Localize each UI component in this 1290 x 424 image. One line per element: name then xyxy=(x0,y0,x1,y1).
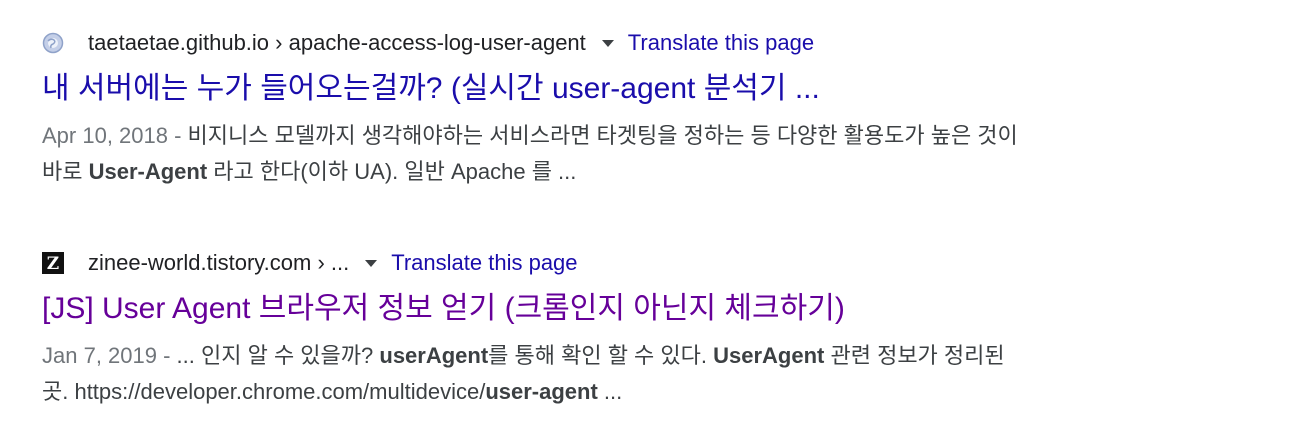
result-url[interactable]: zinee-world.tistory.com › ... xyxy=(88,250,349,276)
snippet-text: 를 통해 확인 할 수 있다. xyxy=(488,343,714,368)
breadcrumb-separator: › xyxy=(311,250,331,275)
snippet-text: ... xyxy=(597,379,623,404)
snippet-text: 바로 xyxy=(42,159,89,184)
snippet-text: 라고 한다(이하 UA). 일반 Apache 를 ... xyxy=(207,159,577,184)
breadcrumb-separator: › xyxy=(269,30,289,55)
caret-down-icon[interactable] xyxy=(365,259,378,267)
snippet-highlight: UserAgent xyxy=(713,343,825,368)
caret-down-icon[interactable] xyxy=(601,39,614,47)
result-site: taetaetae.github.io xyxy=(88,30,270,55)
snippet-text: 비지니스 모델까지 생각해야하는 서비스라면 타겟팅을 정하는 등 다양한 활용… xyxy=(187,123,1018,148)
favicon-letter: Z xyxy=(47,254,59,274)
z-logo-icon: Z xyxy=(42,252,64,274)
result-path: ... xyxy=(330,250,350,275)
search-result: Z zinee-world.tistory.com › ... Translat… xyxy=(42,248,1202,410)
result-title-link[interactable]: 내 서버에는 누가 들어오는걸까? (실시간 user-agent 분석기 ..… xyxy=(42,70,1202,108)
result-snippet: Apr 10, 2018 - 비지니스 모델까지 생각해야하는 서비스라면 타겟… xyxy=(42,118,1202,190)
snippet-text: 관련 정보가 정리된 xyxy=(824,343,1005,368)
result-site: zinee-world.tistory.com xyxy=(88,250,312,275)
search-result: taetaetae.github.io › apache-access-log-… xyxy=(42,28,1202,190)
translate-link[interactable]: Translate this page xyxy=(628,30,814,56)
result-date: Jan 7, 2019 - xyxy=(42,343,177,368)
snippet-highlight: userAgent xyxy=(379,343,489,368)
result-cite-row: Z zinee-world.tistory.com › ... Translat… xyxy=(42,248,1202,278)
result-snippet: Jan 7, 2019 - ... 인지 알 수 있을까? userAgent를… xyxy=(42,338,1202,410)
snippet-highlight: user-agent xyxy=(485,379,598,404)
globe-icon xyxy=(42,32,64,54)
result-path: apache-access-log-user-agent xyxy=(288,30,586,55)
result-cite-row: taetaetae.github.io › apache-access-log-… xyxy=(42,28,1202,58)
snippet-highlight: User-Agent xyxy=(88,159,208,184)
snippet-text: ... 인지 알 수 있을까? xyxy=(176,343,380,368)
result-title-link[interactable]: [JS] User Agent 브라우저 정보 얻기 (크롬인지 아닌지 체크하… xyxy=(42,290,1202,328)
result-date: Apr 10, 2018 - xyxy=(42,123,188,148)
snippet-text: 곳. https://developer.chrome.com/multidev… xyxy=(42,379,486,404)
result-url[interactable]: taetaetae.github.io › apache-access-log-… xyxy=(88,30,586,56)
translate-link[interactable]: Translate this page xyxy=(391,250,577,276)
